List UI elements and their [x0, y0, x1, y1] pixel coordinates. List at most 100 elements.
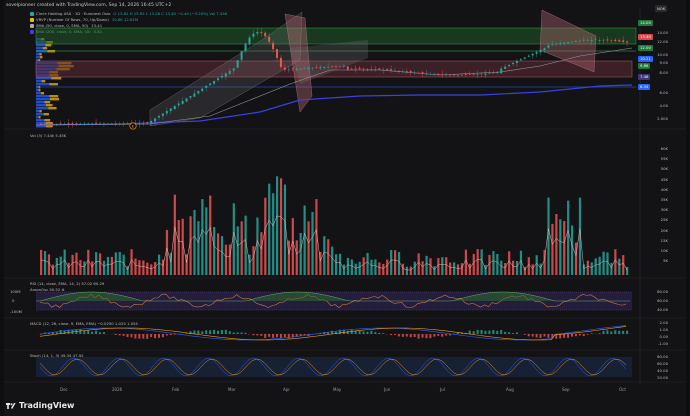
volume-bar [626, 266, 629, 275]
volume-bar [374, 259, 377, 275]
vrvp-bar-up [36, 77, 52, 80]
macd-hist-bar [370, 330, 373, 334]
volume-bar [95, 252, 98, 275]
volume-bar [205, 207, 208, 275]
volume-bar [55, 257, 58, 275]
candle-body [362, 68, 365, 70]
volume-bar [201, 199, 204, 275]
candle-body [161, 113, 164, 116]
macd-tick: 0.00 [659, 334, 668, 339]
candle-body [295, 68, 298, 71]
volume-bar [307, 221, 310, 275]
chart-canvas[interactable]: E [0, 0, 690, 416]
candle-body [236, 60, 239, 68]
volume-bar [563, 221, 566, 275]
vrvp-bar-down [49, 95, 59, 98]
volume-bar [87, 249, 90, 275]
rsi-legend[interactable]: RSI (14, close, SMA, 14, 2) 57.02 60.29 [30, 281, 104, 286]
macd-hist-bar [472, 331, 475, 334]
rsi-tick: 80.00 [657, 289, 668, 294]
macd-hist-bar [146, 334, 149, 339]
candle-body [220, 75, 223, 78]
volume-bar [142, 260, 145, 275]
rsi-tick: 40.00 [657, 307, 668, 312]
candle-body [102, 123, 105, 125]
candle-body [287, 69, 290, 71]
vrvp-bar-down [49, 98, 59, 101]
candle-body [370, 69, 373, 70]
macd-hist-bar [118, 334, 121, 336]
volume-bar [177, 220, 180, 275]
volume-bar [47, 254, 51, 275]
brand-logo[interactable]: TradingView [19, 401, 74, 410]
candle-body [523, 57, 526, 59]
macd-hist-bar [228, 331, 231, 334]
candle-body [472, 73, 475, 75]
candle-body [150, 121, 153, 123]
macd-hist-bar [445, 334, 448, 336]
time-tick: Mar [228, 387, 236, 392]
tradingview-logo-icon [6, 403, 16, 409]
rsi-left-tick: -100M [10, 309, 22, 314]
macd-hist-bar [272, 334, 275, 338]
candle-body [75, 123, 78, 124]
macd-hist-bar [327, 332, 330, 334]
macd-hist-bar [606, 330, 609, 334]
volume-bar [323, 236, 326, 275]
aroon-legend[interactable]: AroonOsc 50.52 # [30, 287, 65, 292]
volume-bar [527, 257, 530, 275]
volume-bar [51, 264, 54, 275]
volume-bar [91, 261, 94, 275]
volume-bar [43, 251, 47, 275]
vrvp-bar-down [45, 104, 53, 107]
macd-legend[interactable]: MACD (12, 26, close, 9, EMA, EMA) −0.025… [30, 321, 138, 326]
candle-body [248, 37, 251, 45]
candle-body [173, 106, 176, 110]
candle-body [256, 32, 259, 34]
macd-hist-bar [405, 334, 408, 337]
volume-bar [382, 263, 385, 275]
candle-body [519, 59, 522, 61]
macd-hist-bar [217, 330, 219, 334]
volume-bar [370, 259, 373, 275]
candle-body [535, 51, 538, 54]
macd-hist-bar [531, 334, 534, 337]
candle-body [610, 40, 613, 42]
volume-tick: 25K [660, 217, 668, 223]
candle-body [99, 123, 101, 125]
volume-bar [453, 262, 456, 275]
volume-bar [512, 260, 515, 275]
macd-hist-bar [488, 330, 491, 334]
macd-hist-bar [547, 334, 550, 338]
volume-bar [559, 219, 562, 275]
volume-bar [449, 262, 452, 275]
candle-body [374, 69, 377, 71]
volume-bar [150, 264, 153, 275]
vrvp-bar-down [44, 101, 51, 104]
candle-body [555, 43, 558, 45]
macd-hist-bar [114, 334, 117, 335]
vrvp-bar-down [45, 44, 52, 47]
price-tag: 6.34 [638, 84, 651, 90]
candle-body [539, 50, 542, 53]
volume-bar [390, 250, 393, 275]
volume-bar [327, 239, 330, 275]
candle-body [626, 41, 629, 43]
stoch-legend[interactable]: Stoch (14, 1, 3) 49.34 47.92 [30, 353, 84, 358]
volume-bar [417, 253, 420, 275]
macd-hist-bar [161, 334, 164, 338]
candle-body [279, 57, 282, 68]
candle-body [563, 42, 566, 44]
macd-hist-bar [429, 334, 432, 339]
candle-body [315, 67, 318, 68]
macd-hist-bar [158, 334, 160, 338]
macd-hist-bar [449, 334, 452, 336]
vrvp-bar-down [40, 92, 45, 95]
candle-body [464, 73, 467, 75]
macd-hist-bar [618, 330, 621, 334]
volume-bar [169, 253, 172, 275]
candle-body [508, 64, 511, 67]
candle-body [126, 123, 129, 124]
volume-legend[interactable]: Vol (3) 7.44k 5.45K [30, 133, 66, 138]
current-price-tag: 13.40 [638, 34, 653, 40]
